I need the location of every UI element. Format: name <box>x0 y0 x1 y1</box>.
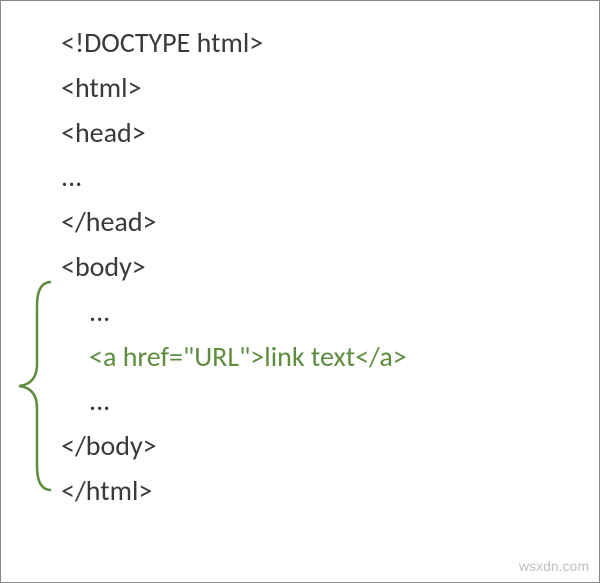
code-line-doctype: <!DOCTYPE html> <box>61 21 407 66</box>
code-line-head-open: <head> <box>61 111 407 156</box>
code-line-ellipsis: ... <box>61 290 407 335</box>
watermark-text: wsxdn.com <box>519 558 589 574</box>
code-line-html-close: </html> <box>61 469 407 514</box>
code-line-html-open: <html> <box>61 66 407 111</box>
code-line-head-close: </head> <box>61 200 407 245</box>
code-snippet: <!DOCTYPE html> <html> <head> ... </head… <box>61 21 407 514</box>
code-line-ellipsis: ... <box>61 155 407 200</box>
curly-brace-icon <box>9 276 57 496</box>
code-line-anchor: <a href="URL">link text</a> <box>61 335 407 380</box>
code-line-ellipsis: ... <box>61 379 407 424</box>
code-line-body-open: <body> <box>61 245 407 290</box>
code-line-body-close: </body> <box>61 424 407 469</box>
